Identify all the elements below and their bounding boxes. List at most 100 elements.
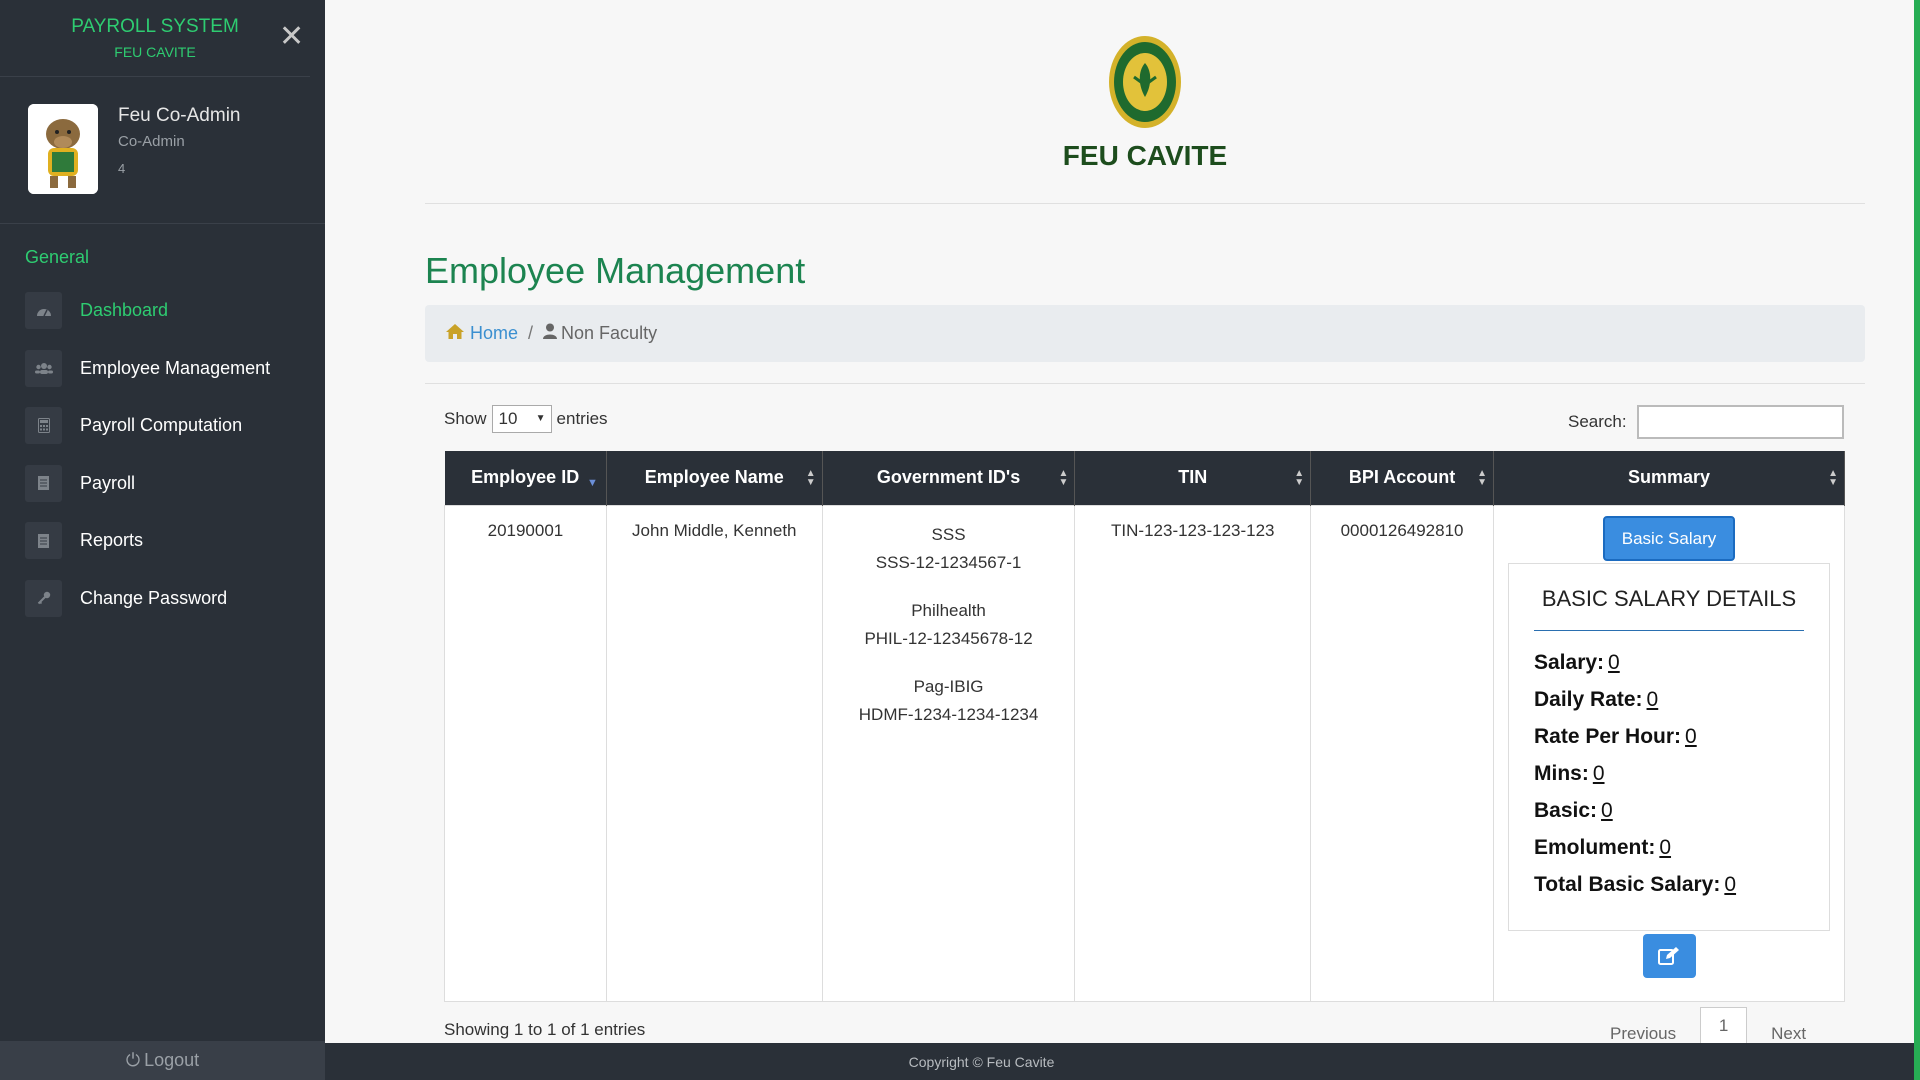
sidebar-item-reports[interactable]: Reports bbox=[25, 512, 315, 570]
salary-value[interactable]: 0 bbox=[1608, 651, 1620, 674]
home-icon bbox=[445, 323, 465, 345]
pagination-next[interactable]: Next bbox=[1771, 1024, 1806, 1044]
search-input[interactable] bbox=[1636, 405, 1844, 439]
column-header-employee-id[interactable]: Employee ID ▼ bbox=[444, 451, 607, 505]
gov-id-value: PHIL-12-12345678-12 bbox=[864, 628, 1033, 648]
sidebar-item-employee-management[interactable]: Employee Management bbox=[25, 340, 315, 398]
search-label: Search: bbox=[1568, 412, 1627, 431]
menu-section-header: General bbox=[25, 247, 90, 267]
breadcrumb-current-label: Non Faculty bbox=[561, 323, 658, 343]
column-header-bpi-account[interactable]: BPI Account ▲ ▼ bbox=[1310, 451, 1495, 505]
entries-select[interactable]: 10 ▼ bbox=[491, 405, 552, 433]
avatar bbox=[28, 104, 98, 194]
breadcrumb: Home / Non Faculty bbox=[425, 305, 1865, 362]
entries-value: 10 bbox=[498, 409, 518, 428]
breadcrumb-separator: / bbox=[528, 323, 534, 343]
search-control: Search: bbox=[1568, 405, 1844, 439]
sort-icon: ▲ ▼ bbox=[1477, 468, 1488, 488]
profile-role: Co-Admin bbox=[118, 133, 185, 150]
pagination-page[interactable]: 1 bbox=[1700, 1007, 1748, 1045]
sidebar: PAYROLL SYSTEM FEU CAVITE ✕ Feu Co-Admin… bbox=[0, 0, 325, 1080]
brand-subtitle: FEU CAVITE bbox=[114, 44, 196, 60]
power-icon: ⏻ bbox=[125, 1050, 141, 1070]
mins-value[interactable]: 0 bbox=[1593, 762, 1605, 785]
column-header-label: Employee ID bbox=[471, 467, 580, 488]
sidebar-item-label: Reports bbox=[80, 530, 144, 551]
basic-value[interactable]: 0 bbox=[1601, 799, 1613, 822]
footer: Copyright © Feu Cavite bbox=[325, 1043, 1920, 1080]
profile-id: 4 bbox=[118, 161, 126, 176]
cell-employee-id: 20190001 bbox=[444, 504, 607, 1002]
column-header-government-ids[interactable]: Government ID's ▲ ▼ bbox=[822, 451, 1076, 505]
gov-id-pagibig: Pag-IBIG HDMF-1234-1234-1234 bbox=[823, 673, 1075, 729]
breadcrumb-home[interactable]: Home bbox=[445, 323, 518, 345]
basic-label: Basic: bbox=[1534, 798, 1598, 822]
daily-rate-value[interactable]: 0 bbox=[1647, 688, 1659, 711]
basic-salary-card: BASIC SALARY DETAILS Salary: 0 Daily Rate… bbox=[1508, 562, 1830, 931]
cell-tin: TIN-123-123-123-123 bbox=[1074, 504, 1312, 1002]
column-header-tin[interactable]: TIN ▲ ▼ bbox=[1074, 451, 1312, 505]
card-title: BASIC SALARY DETAILS bbox=[1534, 586, 1804, 631]
sidebar-brand: PAYROLL SYSTEM FEU CAVITE bbox=[0, 0, 310, 77]
dashboard-icon bbox=[25, 292, 62, 330]
sidebar-item-payroll-computation[interactable]: Payroll Computation bbox=[25, 397, 315, 455]
gov-id-philhealth: Philhealth PHIL-12-12345678-12 bbox=[823, 597, 1075, 653]
edit-icon bbox=[1658, 947, 1679, 966]
edit-button[interactable] bbox=[1642, 933, 1696, 978]
sidebar-item-payroll[interactable]: Payroll bbox=[25, 455, 315, 513]
table-row: 20190001 John Middle, Kenneth SSS SSS-12… bbox=[444, 504, 1845, 1002]
gov-id-type: SSS bbox=[931, 524, 966, 544]
cell-bpi-account: 0000126492810 bbox=[1310, 504, 1495, 1002]
close-icon[interactable]: ✕ bbox=[279, 22, 304, 52]
profile-name: Feu Co-Admin bbox=[118, 105, 241, 126]
salary-row: Salary: 0 bbox=[1534, 651, 1804, 688]
pagination: Previous 1 Next bbox=[1610, 1007, 1806, 1045]
chevron-down-icon: ▼ bbox=[535, 413, 546, 424]
gov-id-sss: SSS SSS-12-1234567-1 bbox=[823, 521, 1075, 577]
users-icon bbox=[25, 349, 62, 387]
daily-rate-label: Daily Rate: bbox=[1534, 687, 1643, 711]
basic-row: Basic: 0 bbox=[1534, 799, 1804, 836]
scrollbar[interactable] bbox=[1914, 0, 1920, 1080]
daily-rate-row: Daily Rate: 0 bbox=[1534, 688, 1804, 725]
show-label: Show bbox=[444, 409, 487, 428]
total-basic-salary-row: Total Basic Salary: 0 bbox=[1534, 873, 1804, 910]
total-basic-salary-value[interactable]: 0 bbox=[1724, 873, 1736, 896]
emolument-label: Emolument: bbox=[1534, 835, 1656, 859]
logout-label: Logout bbox=[144, 1050, 200, 1070]
column-header-employee-name[interactable]: Employee Name ▲ ▼ bbox=[606, 451, 823, 505]
mins-row: Mins: 0 bbox=[1534, 762, 1804, 799]
total-basic-salary-label: Total Basic Salary: bbox=[1534, 872, 1721, 896]
entries-info: Showing 1 to 1 of 1 entries bbox=[444, 1020, 646, 1039]
sidebar-item-change-password[interactable]: Change Password bbox=[25, 570, 315, 628]
column-header-label: Employee Name bbox=[644, 467, 784, 488]
sidebar-item-dashboard[interactable]: Dashboard bbox=[25, 282, 315, 340]
basic-salary-button[interactable]: Basic Salary bbox=[1603, 515, 1735, 561]
entries-control: Show 10 ▼ entries bbox=[444, 405, 608, 433]
cell-government-ids: SSS SSS-12-1234567-1 Philhealth PHIL-12-… bbox=[821, 504, 1076, 1002]
page-title: Employee Management bbox=[425, 250, 806, 291]
feu-logo bbox=[1108, 35, 1182, 129]
cell-employee-name: John Middle, Kenneth bbox=[605, 504, 823, 1002]
breadcrumb-current: Non Faculty bbox=[543, 323, 657, 344]
sort-icon: ▲ ▼ bbox=[1828, 468, 1838, 488]
logout-button[interactable]: ⏻ Logout bbox=[0, 1041, 325, 1080]
divider bbox=[425, 383, 1865, 384]
pagination-previous[interactable]: Previous bbox=[1610, 1024, 1676, 1044]
sidebar-item-label: Payroll Computation bbox=[80, 415, 243, 436]
rate-per-hour-value[interactable]: 0 bbox=[1685, 725, 1697, 748]
mins-label: Mins: bbox=[1534, 761, 1589, 785]
column-header-label: TIN bbox=[1178, 467, 1208, 488]
emolument-value[interactable]: 0 bbox=[1659, 836, 1671, 859]
gov-id-value: HDMF-1234-1234-1234 bbox=[858, 704, 1039, 724]
calculator-icon bbox=[25, 407, 62, 445]
sort-icon: ▲ ▼ bbox=[1294, 468, 1305, 488]
column-header-summary[interactable]: Summary ▲ ▼ bbox=[1493, 451, 1845, 505]
user-icon bbox=[543, 323, 558, 344]
rate-per-hour-row: Rate Per Hour: 0 bbox=[1534, 725, 1804, 762]
breadcrumb-home-label: Home bbox=[470, 323, 519, 343]
sidebar-item-label: Dashboard bbox=[80, 300, 169, 321]
copyright-text: Copyright © Feu Cavite bbox=[908, 1053, 1055, 1070]
emolument-row: Emolument: 0 bbox=[1534, 836, 1804, 873]
brand-title: PAYROLL SYSTEM bbox=[71, 16, 239, 37]
